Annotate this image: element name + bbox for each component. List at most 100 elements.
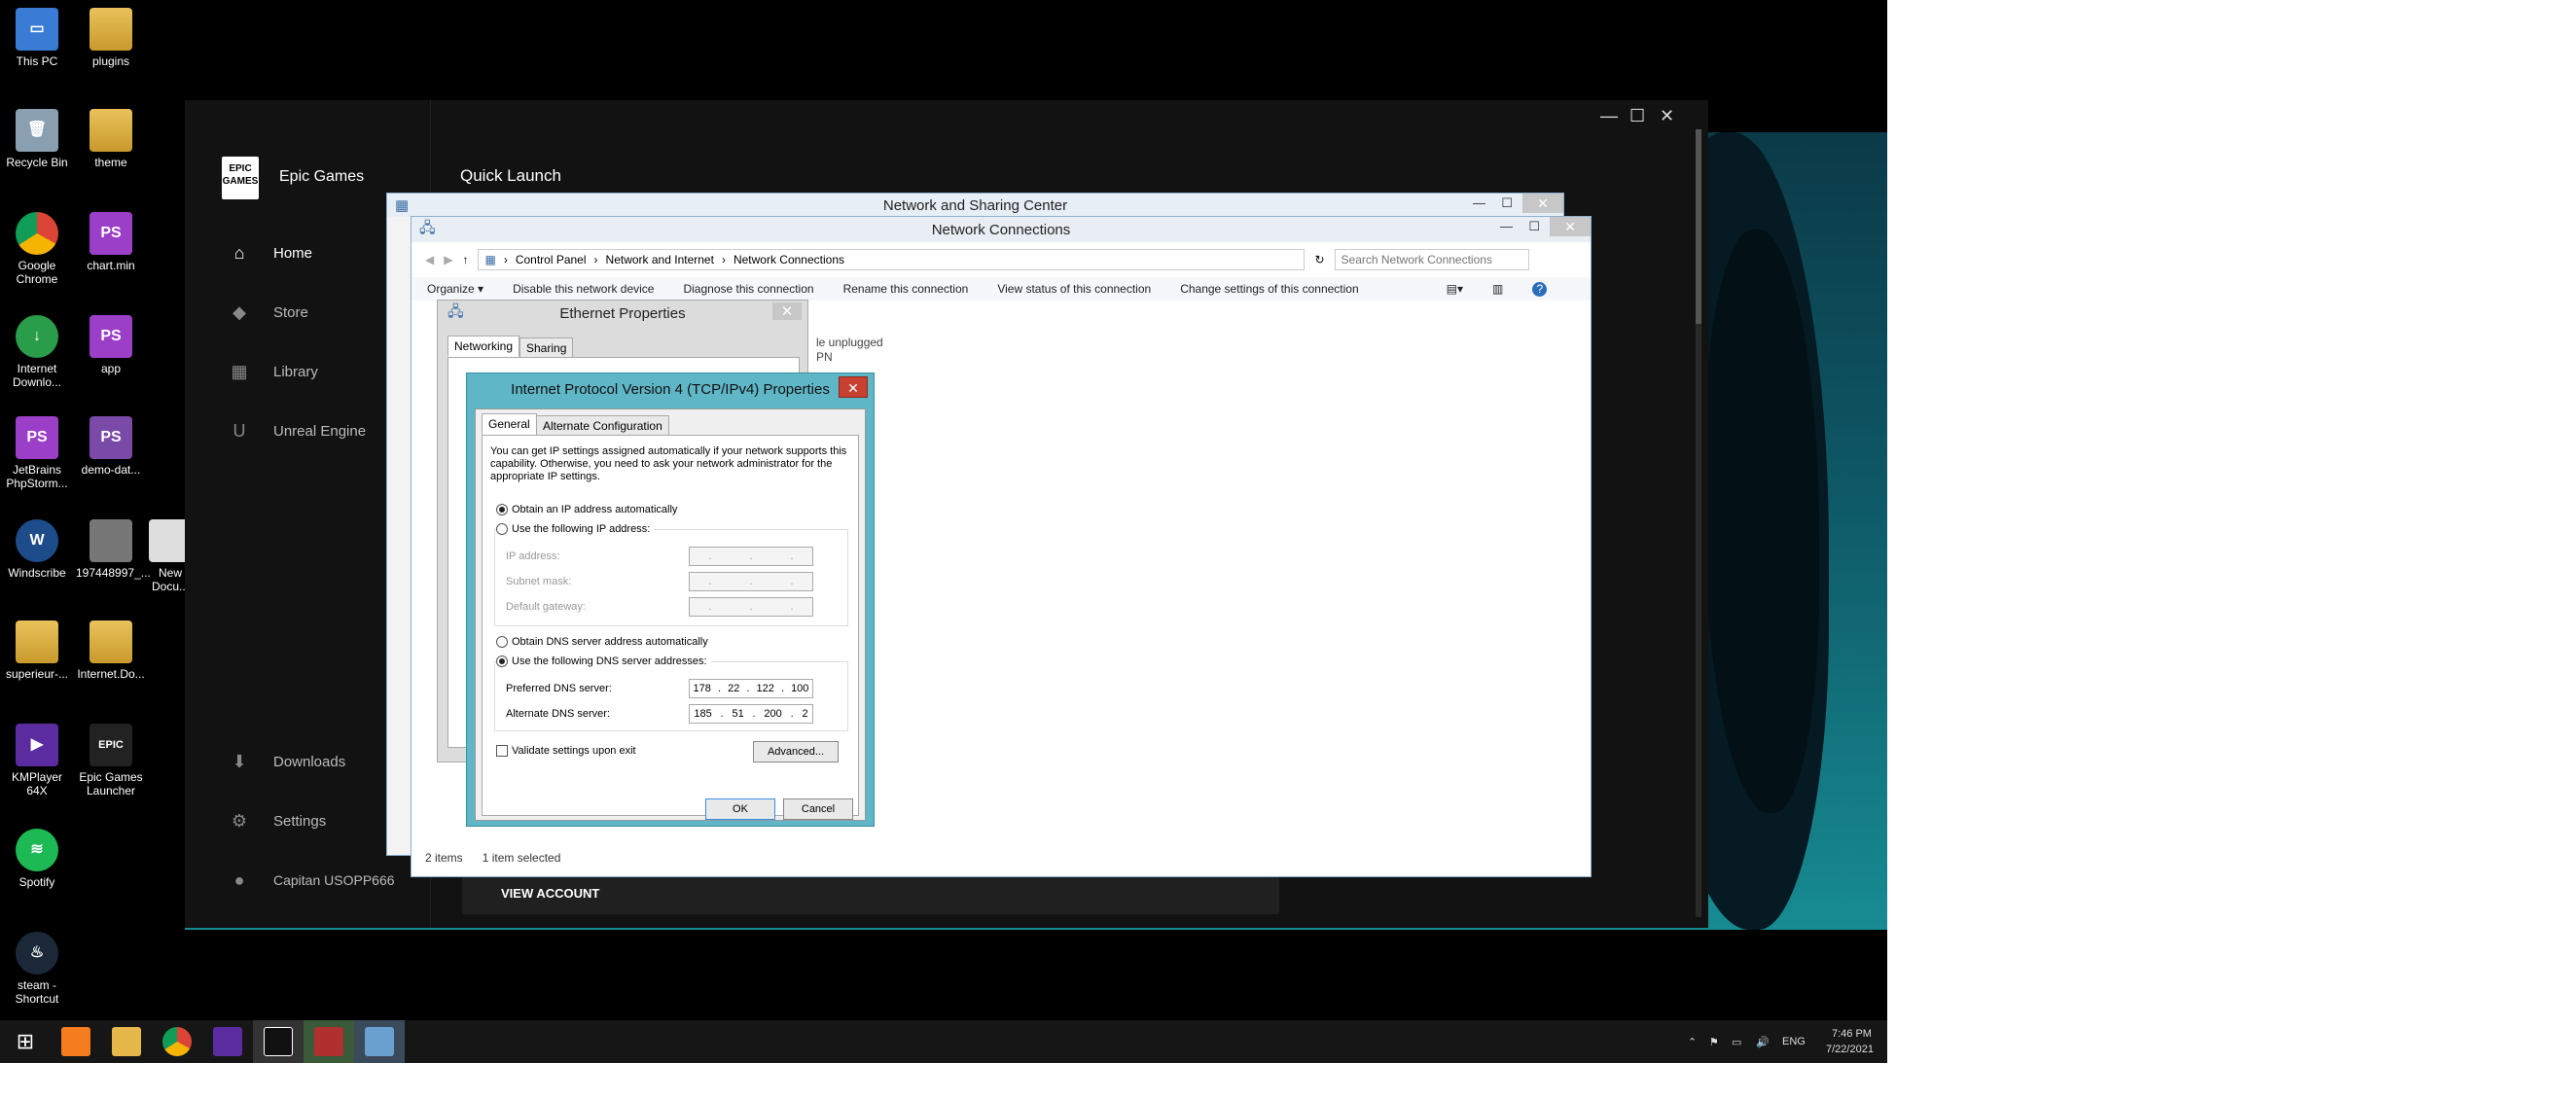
desktop-icon-demo-data[interactable]: PS demo-dat... — [76, 416, 146, 477]
search-input[interactable] — [1334, 249, 1529, 270]
desktop-icon-windscribe[interactable]: W Windscribe — [2, 519, 72, 580]
tab-alternate-configuration[interactable]: Alternate Configuration — [536, 415, 669, 437]
tab-networking[interactable]: Networking — [447, 336, 520, 357]
nav-settings[interactable]: ⚙ Settings — [229, 810, 326, 832]
rename-button[interactable]: Rename this connection — [843, 282, 969, 296]
validate-settings-checkbox[interactable]: Validate settings upon exit — [496, 745, 636, 757]
cancel-button[interactable]: Cancel — [783, 798, 853, 820]
refresh-icon[interactable]: ↻ — [1314, 253, 1324, 266]
nav-unreal-engine[interactable]: U Unreal Engine — [229, 420, 367, 442]
change-settings-button[interactable]: Change settings of this connection — [1180, 282, 1358, 296]
nav-home[interactable]: ⌂ Home — [229, 242, 312, 264]
desktop-icon-chart-min[interactable]: PS chart.min — [76, 212, 146, 272]
nav-downloads[interactable]: ⬇ Downloads — [229, 751, 345, 772]
folder-icon — [89, 8, 132, 51]
start-button[interactable]: ⊞ — [0, 1020, 51, 1063]
avatar: ● — [233, 870, 245, 890]
taskbar-epic[interactable] — [253, 1020, 304, 1063]
preferred-dns-label: Preferred DNS server: — [506, 683, 612, 694]
view-account-bar[interactable]: VIEW ACCOUNT — [462, 875, 1279, 914]
window-icon: 🖧 — [419, 219, 436, 236]
close-button[interactable]: ✕ — [1522, 194, 1563, 213]
tray-chevron-icon[interactable]: ⌃ — [1688, 1036, 1697, 1048]
kmplayer-icon — [213, 1027, 242, 1056]
breadcrumb[interactable]: ▦ › Control Panel › Network and Internet ›… — [478, 249, 1306, 270]
desktop-icon-theme[interactable]: theme — [76, 109, 146, 169]
radio-selected — [496, 504, 508, 515]
view-options-icon[interactable]: ▤▾ — [1447, 282, 1463, 296]
spotify-icon: ≋ — [16, 829, 58, 871]
taskbar-chrome[interactable] — [152, 1020, 202, 1063]
desktop-icon-chrome[interactable]: Google Chrome — [2, 212, 72, 286]
view-status-button[interactable]: View status of this connection — [997, 282, 1151, 296]
desktop-icon-spotify[interactable]: ≋ Spotify — [2, 829, 72, 889]
use-following-ip-radio[interactable]: Use the following IP address: — [496, 523, 655, 535]
grid-icon: ▦ — [231, 362, 248, 381]
preferred-dns-field[interactable]: 178. 22. 122. 100 — [689, 679, 813, 698]
ip-address-field[interactable]: ... — [689, 547, 813, 566]
preview-pane-icon[interactable]: ▥ — [1492, 282, 1503, 296]
desktop-icon-epic[interactable]: EPIC Epic Games Launcher — [76, 724, 146, 798]
flag-icon[interactable]: ⚑ — [1709, 1036, 1719, 1048]
desktop-icon-this-pc[interactable]: ▭ This PC — [2, 8, 72, 68]
taskbar-explorer[interactable] — [101, 1020, 152, 1063]
minimize-button[interactable]: — — [1500, 219, 1513, 233]
taskbar-xampp[interactable] — [51, 1020, 101, 1063]
network-icon[interactable]: ▭ — [1732, 1036, 1741, 1048]
control-panel-icon: ▦ — [484, 253, 496, 266]
desktop-icon-phpstorm[interactable]: PS JetBrains PhpStorm... — [2, 416, 72, 490]
description-text: You can get IP settings assigned automat… — [490, 445, 847, 482]
taskbar-kmplayer[interactable] — [202, 1020, 253, 1063]
obtain-ip-auto-radio[interactable]: Obtain an IP address automatically — [496, 504, 677, 515]
window-title: 🖧 Ethernet Properties ✕ — [438, 301, 807, 326]
desktop-icon-recycle-bin[interactable]: 🗑 Recycle Bin — [2, 109, 72, 169]
nav-account[interactable]: ● Capitan USOPP666 — [229, 869, 395, 891]
disable-device-button[interactable]: Disable this network device — [513, 282, 654, 296]
phpstorm-icon: PS — [16, 416, 58, 459]
maximize-button[interactable]: ☐ — [1501, 195, 1513, 211]
nav-store[interactable]: ◆ Store — [229, 301, 308, 323]
desktop-icon-superieur[interactable]: superieur-... — [2, 620, 72, 681]
close-button[interactable]: ✕ — [1550, 217, 1591, 236]
clock-date[interactable]: 7/22/2021 — [1826, 1044, 1874, 1055]
maximize-button[interactable]: ☐ — [1629, 106, 1645, 126]
tab-general[interactable]: General — [482, 413, 537, 435]
minimize-button[interactable]: — — [1473, 195, 1485, 210]
maximize-button[interactable]: ☐ — [1528, 219, 1540, 234]
desktop-icon-idm[interactable]: ↓ Internet Downlo... — [2, 315, 72, 389]
network-icon: 🖧 — [447, 302, 464, 320]
desktop-icon-app[interactable]: PS app — [76, 315, 146, 375]
taskbar-winrar[interactable] — [304, 1020, 354, 1063]
desktop-icon-steam[interactable]: ♨ steam - Shortcut — [2, 932, 72, 1006]
volume-icon[interactable]: 🔊 — [1756, 1036, 1770, 1048]
use-following-dns-radio[interactable]: Use the following DNS server addresses: — [496, 656, 711, 667]
obtain-dns-auto-radio[interactable]: Obtain DNS server address automatically — [496, 636, 708, 648]
close-button[interactable]: ✕ — [839, 376, 868, 398]
diagnose-button[interactable]: Diagnose this connection — [683, 282, 813, 296]
organize-menu[interactable]: Organize ▾ — [427, 282, 483, 296]
clock-time[interactable]: 7:46 PM — [1832, 1028, 1872, 1040]
forward-icon[interactable]: ▶ — [444, 253, 452, 266]
tab-sharing[interactable]: Sharing — [519, 337, 574, 359]
default-gateway-field[interactable]: ... — [689, 597, 813, 617]
minimize-button[interactable]: — — [1600, 106, 1618, 126]
taskbar-control-panel[interactable] — [354, 1020, 405, 1063]
help-icon[interactable]: ? — [1532, 281, 1548, 297]
ok-button[interactable]: OK — [705, 798, 775, 820]
close-button[interactable]: ✕ — [1660, 106, 1674, 126]
advanced-button[interactable]: Advanced... — [753, 741, 839, 762]
language-indicator[interactable]: ENG — [1782, 1036, 1806, 1047]
scrollbar[interactable] — [1696, 129, 1701, 917]
alternate-dns-field[interactable]: 185. 51. 200. 2 — [689, 704, 813, 724]
unreal-icon: U — [233, 421, 246, 441]
desktop-icon-image[interactable]: 197448997_... — [76, 519, 151, 580]
subnet-mask-field[interactable]: ... — [689, 572, 813, 591]
desktop-icon-internet-do[interactable]: Internet.Do... — [76, 620, 146, 681]
up-icon[interactable]: ↑ — [462, 253, 468, 266]
desktop-icon-plugins[interactable]: plugins — [76, 8, 146, 68]
address-row: ◀ ▶ ↑ ▦ › Control Panel › Network and Inte… — [411, 246, 1591, 273]
desktop-icon-kmplayer[interactable]: ▶ KMPlayer 64X — [2, 724, 72, 798]
back-icon[interactable]: ◀ — [425, 253, 434, 266]
close-button[interactable]: ✕ — [772, 302, 802, 320]
nav-library[interactable]: ▦ Library — [229, 361, 317, 382]
